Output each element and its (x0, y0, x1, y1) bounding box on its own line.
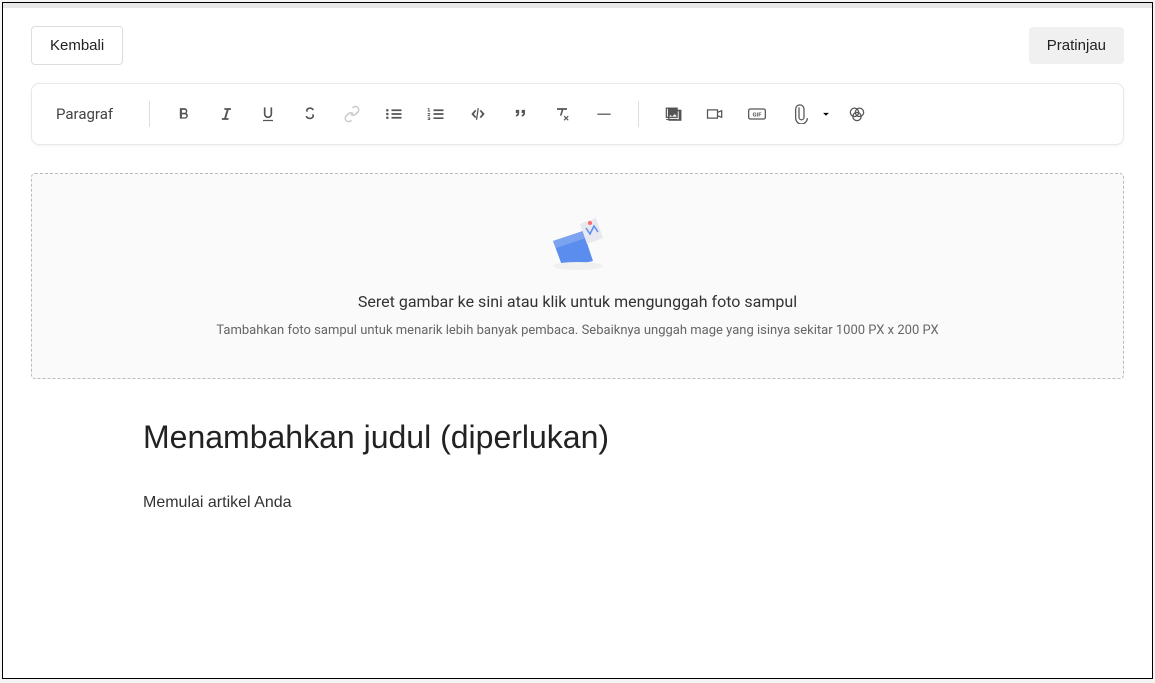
upload-title: Seret gambar ke sini atau klik untuk men… (358, 292, 797, 311)
image-button[interactable] (655, 96, 691, 132)
code-icon (468, 104, 488, 124)
upload-subtitle: Tambahkan foto sampul untuk menarik lebi… (216, 323, 938, 338)
preview-button[interactable]: Pratinjau (1029, 27, 1124, 64)
italic-icon (216, 104, 236, 124)
link-button[interactable] (334, 96, 370, 132)
video-button[interactable] (697, 96, 733, 132)
link-icon (342, 104, 362, 124)
cover-image-upload[interactable]: Seret gambar ke sini atau klik untuk men… (31, 173, 1124, 379)
bold-icon (174, 104, 194, 124)
more-options-button[interactable] (839, 96, 875, 132)
header-bar: Kembali Pratinjau (3, 8, 1152, 83)
clear-formatting-icon (552, 104, 572, 124)
video-icon (705, 104, 725, 124)
horizontal-rule-button[interactable] (586, 96, 622, 132)
underline-icon (258, 104, 278, 124)
gif-button[interactable]: GIF (739, 96, 775, 132)
bold-button[interactable] (166, 96, 202, 132)
underline-button[interactable] (250, 96, 286, 132)
svg-text:GIF: GIF (753, 113, 763, 119)
content-area (3, 379, 1152, 512)
paperclip-icon (789, 104, 809, 124)
quote-button[interactable] (502, 96, 538, 132)
strikethrough-button[interactable] (292, 96, 328, 132)
unordered-list-button[interactable] (376, 96, 412, 132)
image-icon (663, 104, 683, 124)
unordered-list-icon (384, 104, 404, 124)
format-label-text: Paragraf (56, 105, 113, 123)
attachment-button (781, 96, 817, 132)
article-title-input[interactable] (143, 419, 1012, 456)
toolbar-divider (638, 101, 639, 127)
chevron-down-icon (819, 107, 833, 121)
toolbar-divider (149, 101, 150, 127)
italic-button[interactable] (208, 96, 244, 132)
ordered-list-button[interactable] (418, 96, 454, 132)
ordered-list-icon (426, 104, 446, 124)
back-button[interactable]: Kembali (31, 26, 123, 65)
gif-icon: GIF (747, 104, 767, 124)
upload-illustration (538, 206, 618, 274)
editor-window: Kembali Pratinjau Paragraf (2, 2, 1153, 679)
attachment-dropdown[interactable] (781, 96, 833, 132)
paragraph-format-dropdown[interactable]: Paragraf (56, 105, 133, 123)
quote-icon (510, 104, 530, 124)
editor-toolbar: Paragraf (31, 83, 1124, 145)
clear-formatting-button[interactable] (544, 96, 580, 132)
article-body-input[interactable] (143, 494, 1012, 512)
horizontal-rule-icon (594, 104, 614, 124)
strikethrough-icon (300, 104, 320, 124)
venn-icon (847, 104, 867, 124)
code-button[interactable] (460, 96, 496, 132)
